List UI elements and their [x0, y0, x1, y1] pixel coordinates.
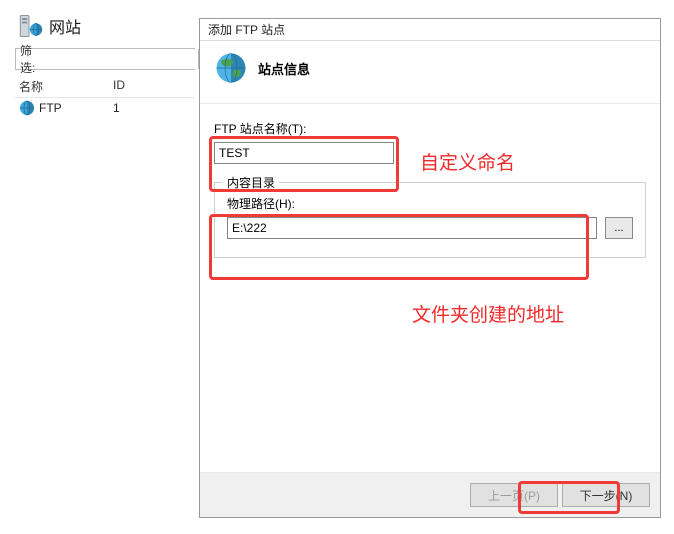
- site-name-block: FTP 站点名称(T):: [214, 120, 646, 164]
- list-item-id: 1: [113, 101, 195, 115]
- globe-icon: [214, 51, 248, 85]
- next-button-label: 下一步(N): [580, 487, 633, 504]
- dialog-title-text: 添加 FTP 站点: [208, 21, 285, 38]
- list-item-name: FTP: [39, 101, 62, 115]
- site-name-input[interactable]: [214, 142, 394, 164]
- prev-button: 上一页(P): [470, 483, 558, 507]
- site-name-label: FTP 站点名称(T):: [214, 120, 646, 137]
- sites-header: 网站: [15, 8, 195, 48]
- dialog-heading: 站点信息: [258, 59, 310, 78]
- physical-path-row: ...: [227, 217, 633, 239]
- globe-icon: [19, 100, 35, 116]
- next-button[interactable]: 下一步(N): [562, 483, 650, 507]
- col-id-header[interactable]: ID: [113, 78, 195, 95]
- physical-path-input[interactable]: [227, 217, 597, 239]
- filter-input[interactable]: [39, 49, 198, 69]
- browse-button-label: ...: [614, 222, 623, 234]
- filter-label: 筛选:: [16, 42, 39, 76]
- col-name-header[interactable]: 名称: [15, 78, 113, 95]
- list-item[interactable]: FTP 1: [15, 98, 195, 118]
- dialog-titlebar: 添加 FTP 站点: [200, 19, 660, 41]
- filter-bar: 筛选: 开: [15, 48, 195, 70]
- dialog-header: 站点信息: [200, 41, 660, 103]
- physical-path-label: 物理路径(H):: [227, 195, 633, 212]
- sites-panel: 网站 筛选: 开 名称 ID FTP 1: [15, 8, 195, 118]
- dialog-footer: 上一页(P) 下一步(N): [200, 473, 660, 517]
- content-directory-group: 内容目录 物理路径(H): ...: [214, 182, 646, 258]
- browse-button[interactable]: ...: [605, 217, 633, 239]
- content-directory-label: 内容目录: [223, 174, 279, 191]
- prev-button-label: 上一页(P): [488, 487, 540, 504]
- add-ftp-dialog: 添加 FTP 站点 站点信息 FTP 站点名称(T): 内容目录 物理路径(H)…: [199, 18, 661, 518]
- dialog-body: FTP 站点名称(T): 内容目录 物理路径(H): ...: [200, 103, 660, 473]
- sites-list-header: 名称 ID: [15, 76, 195, 98]
- server-icon: [15, 12, 43, 40]
- sites-title: 网站: [49, 14, 81, 38]
